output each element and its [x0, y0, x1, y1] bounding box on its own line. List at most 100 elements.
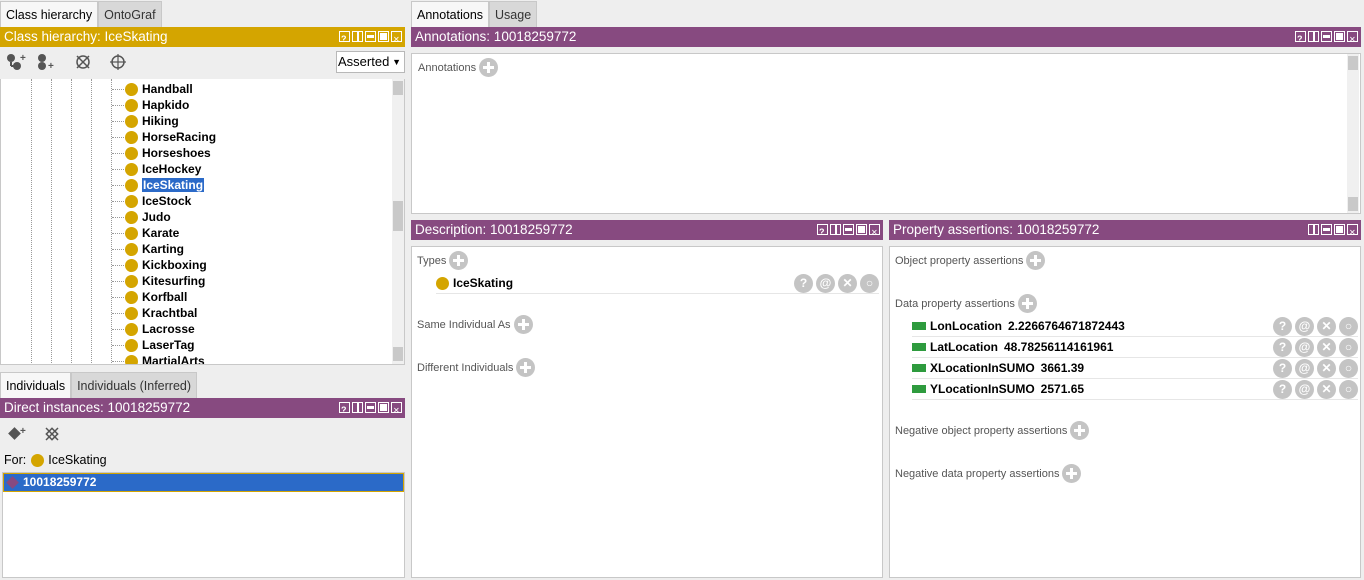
annotate-button[interactable]: @ [1295, 379, 1314, 399]
add-sibling-icon[interactable]: + [35, 52, 57, 72]
annotate-button[interactable]: @ [1295, 337, 1314, 357]
class-tree-item[interactable]: MartialArts [125, 353, 205, 364]
scroll-up-arrow[interactable] [393, 81, 403, 95]
maximize-icon[interactable] [856, 224, 867, 235]
maximize-icon[interactable] [1334, 31, 1345, 42]
scroll-down-arrow[interactable] [1348, 197, 1358, 211]
edit-button[interactable]: ○ [1339, 316, 1358, 336]
delete-individual-icon[interactable] [41, 424, 63, 444]
class-tree-item[interactable]: Korfball [125, 289, 187, 305]
target-icon[interactable] [107, 52, 129, 72]
class-tree-item[interactable]: IceHockey [125, 161, 201, 177]
class-tree-item[interactable]: Karate [125, 225, 179, 241]
class-tree-item[interactable]: IceSkating [125, 177, 205, 193]
split-icon[interactable] [830, 224, 841, 235]
annotations-scrollbar[interactable] [1347, 54, 1359, 213]
close-icon[interactable] [391, 30, 402, 50]
help-icon[interactable] [339, 400, 350, 420]
class-tree-item[interactable]: Krachtbal [125, 305, 197, 321]
split-icon[interactable] [352, 31, 363, 42]
types-row: Types [417, 251, 469, 270]
add-different-individual-button[interactable] [516, 358, 536, 377]
scroll-up-arrow[interactable] [1348, 56, 1358, 70]
add-same-individual-button[interactable] [513, 315, 533, 334]
help-icon[interactable] [339, 29, 350, 49]
class-tree-item[interactable]: Judo [125, 209, 171, 225]
minimize-icon[interactable] [365, 402, 376, 413]
maximize-icon[interactable] [378, 402, 389, 413]
explain-button[interactable]: ? [1273, 316, 1292, 336]
instances-list[interactable]: 10018259772 [2, 472, 405, 578]
delete-button[interactable]: ✕ [1317, 358, 1336, 378]
class-tree-scrollbar[interactable] [392, 79, 404, 364]
data-property-assertion[interactable]: XLocationInSUMO 3661.39? @ ✕ ○ [912, 358, 1358, 379]
annotate-button[interactable]: @ [816, 273, 835, 293]
scroll-thumb[interactable] [393, 201, 403, 231]
type-item[interactable]: IceSkating ? @ ✕ ○ [436, 273, 879, 294]
split-icon[interactable] [1308, 224, 1319, 235]
explain-button[interactable]: ? [1273, 337, 1292, 357]
close-icon[interactable] [1347, 223, 1358, 243]
tab-individuals-inferred[interactable]: Individuals (Inferred) [71, 372, 198, 398]
tab-individuals[interactable]: Individuals [0, 372, 72, 398]
explain-button[interactable]: ? [1273, 358, 1292, 378]
split-icon[interactable] [1308, 31, 1319, 42]
delete-button[interactable]: ✕ [1317, 337, 1336, 357]
class-tree-item[interactable]: LaserTag [125, 337, 194, 353]
instance-item[interactable]: 10018259772 [3, 473, 404, 492]
class-tree[interactable]: Handball Hapkido Hiking HorseRacing Horsesho… [0, 79, 405, 365]
annotate-button[interactable]: @ [1295, 358, 1314, 378]
minimize-icon[interactable] [365, 31, 376, 42]
explain-button[interactable]: ? [794, 273, 813, 293]
tab-class-hierarchy[interactable]: Class hierarchy [0, 1, 99, 27]
add-type-button[interactable] [449, 251, 469, 270]
delete-button[interactable]: ✕ [1317, 316, 1336, 336]
edit-button[interactable]: ○ [1339, 379, 1358, 399]
minimize-icon[interactable] [843, 224, 854, 235]
class-tree-item[interactable]: Hiking [125, 113, 179, 129]
class-tree-item[interactable]: Kitesurfing [125, 273, 205, 289]
property-name: LonLocation [930, 319, 1002, 333]
class-tree-item[interactable]: Hapkido [125, 97, 189, 113]
scroll-down-arrow[interactable] [393, 347, 403, 361]
annotate-button[interactable]: @ [1295, 316, 1314, 336]
class-tree-item[interactable]: Horseshoes [125, 145, 211, 161]
add-subclass-icon[interactable]: + [5, 52, 27, 72]
class-tree-item[interactable]: Karting [125, 241, 184, 257]
data-property-assertion[interactable]: LatLocation 48.78256114161961? @ ✕ ○ [912, 337, 1358, 358]
help-icon[interactable] [817, 222, 828, 242]
add-annotation-button[interactable] [479, 58, 499, 77]
close-icon[interactable] [1347, 30, 1358, 50]
tab-annotations[interactable]: Annotations [411, 1, 490, 27]
reasoner-mode-select[interactable]: Asserted ▼ [336, 51, 405, 73]
close-icon[interactable] [869, 223, 880, 243]
class-tree-item[interactable]: Handball [125, 81, 193, 97]
add-data-property-button[interactable] [1017, 294, 1037, 313]
delete-button[interactable]: ✕ [838, 273, 857, 293]
edit-button[interactable]: ○ [1339, 358, 1358, 378]
add-object-property-button[interactable] [1026, 251, 1046, 270]
delete-button[interactable]: ✕ [1317, 379, 1336, 399]
add-negative-object-property-button[interactable] [1070, 421, 1090, 440]
minimize-icon[interactable] [1321, 31, 1332, 42]
class-tree-item[interactable]: Lacrosse [125, 321, 195, 337]
delete-class-icon[interactable] [72, 52, 94, 72]
help-icon[interactable] [1295, 29, 1306, 49]
maximize-icon[interactable] [378, 31, 389, 42]
add-negative-data-property-button[interactable] [1062, 464, 1082, 483]
tab-usage[interactable]: Usage [489, 1, 538, 27]
class-tree-item[interactable]: Kickboxing [125, 257, 207, 273]
data-property-assertion[interactable]: YLocationInSUMO 2571.65? @ ✕ ○ [912, 379, 1358, 400]
edit-button[interactable]: ○ [860, 273, 879, 293]
class-tree-item[interactable]: IceStock [125, 193, 191, 209]
explain-button[interactable]: ? [1273, 379, 1292, 399]
class-tree-item[interactable]: HorseRacing [125, 129, 216, 145]
edit-button[interactable]: ○ [1339, 337, 1358, 357]
maximize-icon[interactable] [1334, 224, 1345, 235]
minimize-icon[interactable] [1321, 224, 1332, 235]
add-individual-icon[interactable]: + [6, 424, 28, 444]
split-icon[interactable] [352, 402, 363, 413]
data-property-assertion[interactable]: LonLocation 2.2266764671872443? @ ✕ ○ [912, 316, 1358, 337]
tab-ontograf[interactable]: OntoGraf [98, 1, 162, 27]
close-icon[interactable] [391, 401, 402, 421]
